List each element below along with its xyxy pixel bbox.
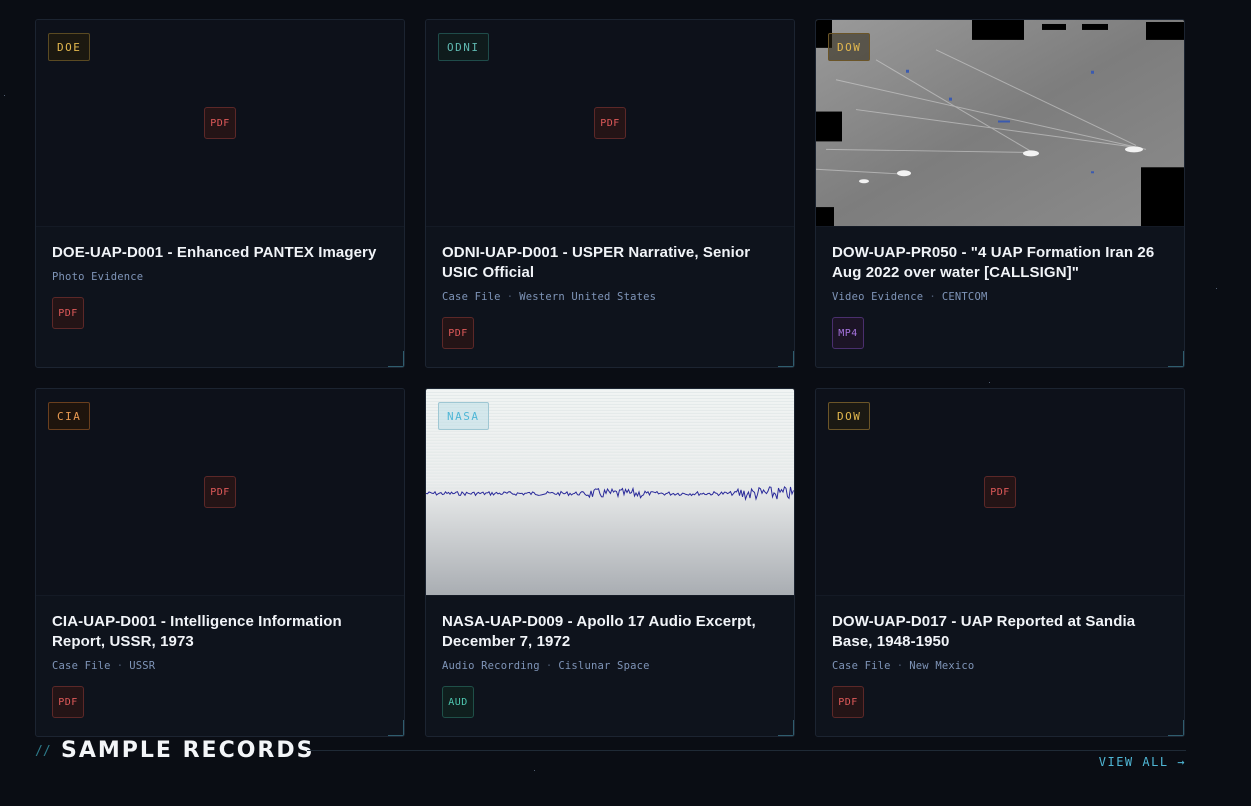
format-badge: PDF — [832, 686, 864, 718]
meta-separator: · — [545, 660, 553, 672]
record-title[interactable]: NASA-UAP-D009 - Apollo 17 Audio Excerpt,… — [442, 612, 778, 652]
format-badge: MP4 — [832, 317, 864, 349]
record-type: Photo Evidence — [52, 271, 144, 283]
corner-accent — [388, 351, 404, 367]
corner-accent — [778, 351, 794, 367]
meta-separator: · — [896, 660, 904, 672]
record-location: Cislunar Space — [558, 660, 650, 672]
corner-accent — [1168, 720, 1184, 736]
record-meta: Audio Recording · Cislunar Space — [442, 660, 778, 672]
record-thumbnail[interactable]: DOE PDF — [36, 20, 404, 227]
record-title[interactable]: DOW-UAP-D017 - UAP Reported at Sandia Ba… — [832, 612, 1168, 652]
format-badge: PDF — [442, 317, 474, 349]
infrared-video-frame — [816, 20, 1184, 226]
record-location: USSR — [129, 660, 156, 672]
meta-separator: · — [116, 660, 124, 672]
meta-separator: · — [506, 291, 514, 303]
view-all-link[interactable]: VIEW ALL → — [1099, 755, 1186, 769]
record-title[interactable]: DOW-UAP-PR050 - "4 UAP Formation Iran 26… — [832, 243, 1168, 283]
pdf-icon: PDF — [594, 107, 626, 139]
record-meta: Video Evidence · CENTCOM — [832, 291, 1168, 303]
background-star — [1216, 288, 1217, 289]
section-slash: // — [35, 744, 51, 759]
record-card[interactable]: DOE PDF DOE-UAP-D001 - Enhanced PANTEX I… — [35, 19, 405, 368]
background-star — [534, 770, 535, 771]
format-badge: PDF — [52, 686, 84, 718]
pdf-icon: PDF — [984, 476, 1016, 508]
record-thumbnail[interactable]: DOW — [816, 20, 1184, 227]
record-type: Audio Recording — [442, 660, 540, 672]
record-thumbnail[interactable]: DOW PDF — [816, 389, 1184, 596]
record-type: Case File — [52, 660, 111, 672]
pdf-icon: PDF — [204, 107, 236, 139]
record-card[interactable]: CIA PDF CIA-UAP-D001 - Intelligence Info… — [35, 388, 405, 737]
pdf-icon: PDF — [204, 476, 236, 508]
record-type: Case File — [832, 660, 891, 672]
record-thumbnail[interactable]: ODNI PDF — [426, 20, 794, 227]
record-type: Video Evidence — [832, 291, 924, 303]
record-meta: Case File · Western United States — [442, 291, 778, 303]
format-badge: AUD — [442, 686, 474, 718]
section-title: SAMPLE RECORDS — [61, 738, 315, 763]
agency-badge: DOW — [828, 402, 871, 430]
record-meta: Case File · USSR — [52, 660, 388, 672]
record-location: CENTCOM — [941, 291, 988, 303]
records-grid: DOE PDF DOE-UAP-D001 - Enhanced PANTEX I… — [35, 19, 1185, 737]
record-card[interactable]: ODNI PDF ODNI-UAP-D001 - USPER Narrative… — [425, 19, 795, 368]
agency-badge: NASA — [438, 402, 489, 430]
record-meta: Case File · New Mexico — [832, 660, 1168, 672]
corner-accent — [778, 720, 794, 736]
record-meta: Photo Evidence — [52, 271, 388, 283]
record-location: New Mexico — [909, 660, 975, 672]
agency-badge: DOW — [828, 33, 871, 61]
agency-badge: ODNI — [438, 33, 489, 61]
section-header: // SAMPLE RECORDS — [35, 738, 1186, 766]
section-divider — [307, 750, 1186, 751]
record-card[interactable]: NASA NASA-UAP-D009 - Apollo 17 Audio Exc… — [425, 388, 795, 737]
agency-badge: DOE — [48, 33, 91, 61]
record-title[interactable]: CIA-UAP-D001 - Intelligence Information … — [52, 612, 388, 652]
background-star — [4, 95, 5, 96]
agency-badge: CIA — [48, 402, 91, 430]
record-title[interactable]: ODNI-UAP-D001 - USPER Narrative, Senior … — [442, 243, 778, 283]
meta-separator: · — [929, 291, 936, 303]
record-type: Case File — [442, 291, 501, 303]
record-title[interactable]: DOE-UAP-D001 - Enhanced PANTEX Imagery — [52, 243, 388, 263]
corner-accent — [1168, 351, 1184, 367]
format-badge: PDF — [52, 297, 84, 329]
record-thumbnail[interactable]: NASA — [426, 389, 794, 596]
record-location: Western United States — [519, 291, 657, 303]
record-card[interactable]: DOW PDF DOW-UAP-D017 - UAP Reported at S… — [815, 388, 1185, 737]
record-card[interactable]: DOW DOW-UAP-PR050 - "4 UAP Formation Ira… — [815, 19, 1185, 368]
corner-accent — [388, 720, 404, 736]
record-thumbnail[interactable]: CIA PDF — [36, 389, 404, 596]
